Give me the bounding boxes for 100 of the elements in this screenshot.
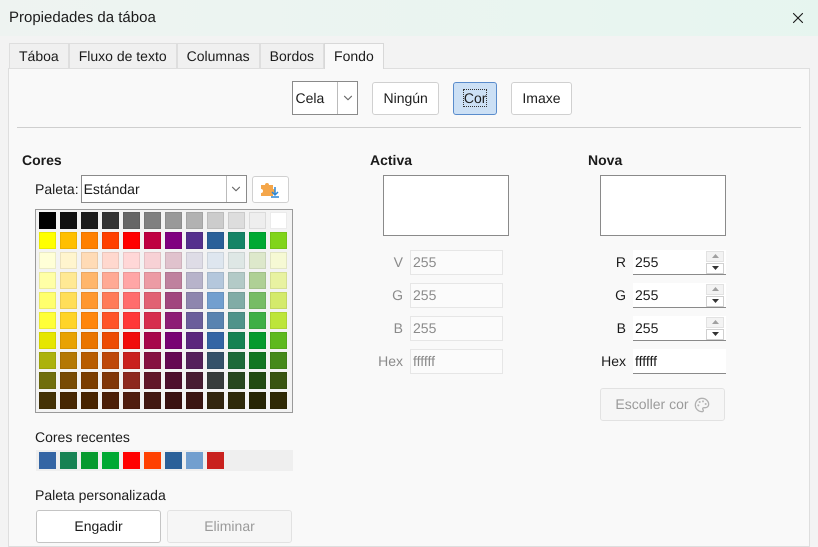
color-swatch[interactable] [60,352,77,369]
fill-target-dropdown[interactable]: Cela [292,81,358,115]
color-swatch[interactable] [228,392,245,409]
color-swatch[interactable] [186,232,203,249]
color-swatch[interactable] [249,272,266,289]
color-swatch[interactable] [39,272,56,289]
color-swatch[interactable] [39,452,56,469]
color-swatch[interactable] [186,252,203,269]
color-swatch[interactable] [102,212,119,229]
color-swatch[interactable] [186,212,203,229]
color-swatch[interactable] [60,312,77,329]
color-swatch[interactable] [60,332,77,349]
color-swatch[interactable] [228,372,245,389]
color-swatch[interactable] [102,372,119,389]
color-swatch[interactable] [81,372,98,389]
color-swatch[interactable] [186,292,203,309]
color-swatch[interactable] [123,332,140,349]
color-swatch[interactable] [207,212,224,229]
color-swatch[interactable] [102,232,119,249]
color-swatch[interactable] [123,392,140,409]
fill-type-button[interactable]: Imaxe [511,82,572,114]
color-swatch[interactable] [249,312,266,329]
color-swatch[interactable] [81,232,98,249]
color-swatch[interactable] [39,292,56,309]
color-swatch[interactable] [102,352,119,369]
spin-down-button[interactable] [706,262,724,274]
color-swatch[interactable] [270,372,287,389]
color-swatch[interactable] [60,292,77,309]
color-swatch[interactable] [228,352,245,369]
color-swatch[interactable] [165,452,182,469]
color-swatch[interactable] [186,392,203,409]
color-swatch[interactable] [39,372,56,389]
color-swatch[interactable] [165,232,182,249]
color-swatch[interactable] [207,352,224,369]
color-swatch[interactable] [123,372,140,389]
color-swatch[interactable] [270,252,287,269]
color-swatch[interactable] [249,372,266,389]
color-swatch[interactable] [60,272,77,289]
color-swatch[interactable] [165,292,182,309]
color-swatch[interactable] [228,312,245,329]
color-swatch[interactable] [144,372,161,389]
color-swatch[interactable] [144,212,161,229]
color-swatch[interactable] [123,352,140,369]
color-swatch[interactable] [123,232,140,249]
tab[interactable]: Fluxo de texto [68,43,177,68]
color-swatch[interactable] [123,272,140,289]
spin-field[interactable]: 255 [633,283,726,308]
color-swatch[interactable] [207,372,224,389]
color-swatch[interactable] [102,292,119,309]
color-swatch[interactable] [39,232,56,249]
color-swatch[interactable] [81,252,98,269]
fill-type-button[interactable]: Ningún [372,82,439,114]
color-swatch[interactable] [228,232,245,249]
color-swatch[interactable] [60,252,77,269]
color-swatch[interactable] [81,352,98,369]
color-swatch[interactable] [270,352,287,369]
color-swatch[interactable] [186,312,203,329]
color-swatch[interactable] [186,272,203,289]
color-swatch[interactable] [249,232,266,249]
palette-dropdown[interactable]: Estándar [80,175,247,203]
color-swatch[interactable] [123,452,140,469]
color-swatch[interactable] [102,312,119,329]
color-swatch[interactable] [228,272,245,289]
color-swatch[interactable] [207,452,224,469]
hex-field[interactable]: ffffff [633,349,726,374]
spin-field[interactable]: 255 [633,250,726,275]
color-swatch[interactable] [60,232,77,249]
color-swatch[interactable] [81,212,98,229]
color-swatch[interactable] [186,352,203,369]
color-swatch[interactable] [144,272,161,289]
color-swatch[interactable] [228,212,245,229]
color-swatch[interactable] [81,452,98,469]
color-swatch[interactable] [144,292,161,309]
color-swatch[interactable] [123,252,140,269]
color-swatch[interactable] [249,292,266,309]
spin-down-button[interactable] [706,296,724,306]
tab[interactable]: Táboa [9,43,69,68]
color-swatch[interactable] [39,352,56,369]
color-swatch[interactable] [60,212,77,229]
color-swatch[interactable] [102,332,119,349]
color-swatch[interactable] [228,252,245,269]
color-swatch[interactable] [186,372,203,389]
color-swatch[interactable] [39,392,56,409]
color-swatch[interactable] [144,232,161,249]
color-swatch[interactable] [165,332,182,349]
color-swatch[interactable] [207,252,224,269]
color-swatch[interactable] [60,372,77,389]
color-swatch[interactable] [270,392,287,409]
color-swatch[interactable] [270,312,287,329]
color-swatch[interactable] [207,332,224,349]
color-swatch[interactable] [60,452,77,469]
color-swatch[interactable] [39,212,56,229]
color-swatch[interactable] [270,232,287,249]
color-swatch[interactable] [102,272,119,289]
color-swatch[interactable] [249,332,266,349]
color-swatch[interactable] [207,292,224,309]
color-swatch[interactable] [249,212,266,229]
color-swatch[interactable] [39,332,56,349]
color-swatch[interactable] [207,312,224,329]
color-swatch[interactable] [249,252,266,269]
